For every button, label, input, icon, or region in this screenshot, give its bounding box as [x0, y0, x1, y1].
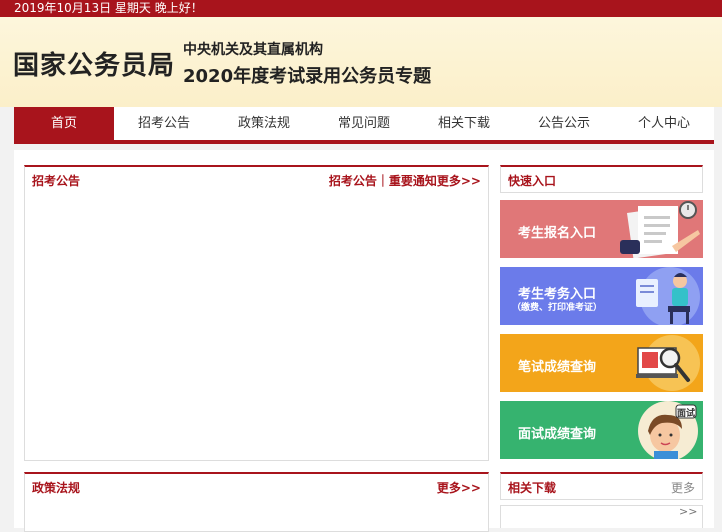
exam-affairs-entry-button[interactable]: 考生考务入口 （缴费、打印准考证） [500, 267, 703, 325]
interview-badge: 面试 [677, 409, 696, 419]
date-greeting-text: 2019年10月13日 星期天 晚上好！ [14, 1, 203, 15]
nav-item-personal-center[interactable]: 个人中心 [614, 107, 714, 140]
notice-panel-title: 招考公告 [32, 174, 81, 188]
interview-score-entry-label: 面试成绩查询 [518, 427, 597, 442]
nav-item-recruitment-notice[interactable]: 招考公告 [114, 107, 214, 140]
nav-underline [14, 140, 714, 144]
policy-panel: 政策法规 更多>> [24, 472, 489, 532]
policy-panel-title: 政策法规 [32, 481, 81, 495]
interview-score-entry-button[interactable]: 面试成绩查询 面试 [500, 401, 703, 459]
main-nav: 首页 招考公告 政策法规 常见问题 相关下载 公告公示 个人中心 [14, 107, 714, 140]
nav-item-home[interactable]: 首页 [14, 107, 114, 140]
policy-more-link[interactable]: 更多>> [437, 479, 481, 496]
quick-entry-panel: 快速入口 [500, 165, 703, 193]
exam-affairs-entry-sub: （缴费、打印准考证） [512, 303, 603, 313]
nav-item-faq[interactable]: 常见问题 [314, 107, 414, 140]
download-panel: 相关下载 更多 [500, 472, 703, 500]
top-date-bar: 2019年10月13日 星期天 晚上好！ [0, 0, 722, 17]
registration-entry-button[interactable]: 考生报名入口 [500, 200, 703, 258]
site-name[interactable]: 国家公务员局 [13, 45, 175, 82]
nav-item-downloads[interactable]: 相关下载 [414, 107, 514, 140]
notice-more-link[interactable]: 招考公告｜重要通知更多>> [329, 172, 481, 189]
header-subtitle-org: 中央机关及其直属机构 [183, 42, 323, 58]
nav-item-policy[interactable]: 政策法规 [214, 107, 314, 140]
magnifier-screen-icon [636, 335, 700, 391]
site-header: 国家公务员局 中央机关及其直属机构 2020年度考试录用公务员专题 [0, 17, 722, 107]
document-pen-icon [620, 201, 700, 258]
download-more-link[interactable]: 更多 [671, 479, 695, 496]
header-subtitle-topic: 2020年度考试录用公务员专题 [183, 66, 432, 87]
download-list [500, 505, 703, 528]
quick-entry-title: 快速入口 [508, 174, 557, 188]
written-score-entry-label: 笔试成绩查询 [518, 360, 597, 375]
notice-panel: 招考公告 招考公告｜重要通知更多>> [24, 165, 489, 461]
person-computer-icon [636, 267, 700, 325]
nav-item-announcements[interactable]: 公告公示 [514, 107, 614, 140]
download-more-arrows[interactable]: >> [679, 505, 697, 518]
registration-entry-label: 考生报名入口 [518, 226, 597, 241]
written-score-entry-button[interactable]: 笔试成绩查询 [500, 334, 703, 392]
download-panel-title: 相关下载 [508, 481, 557, 495]
